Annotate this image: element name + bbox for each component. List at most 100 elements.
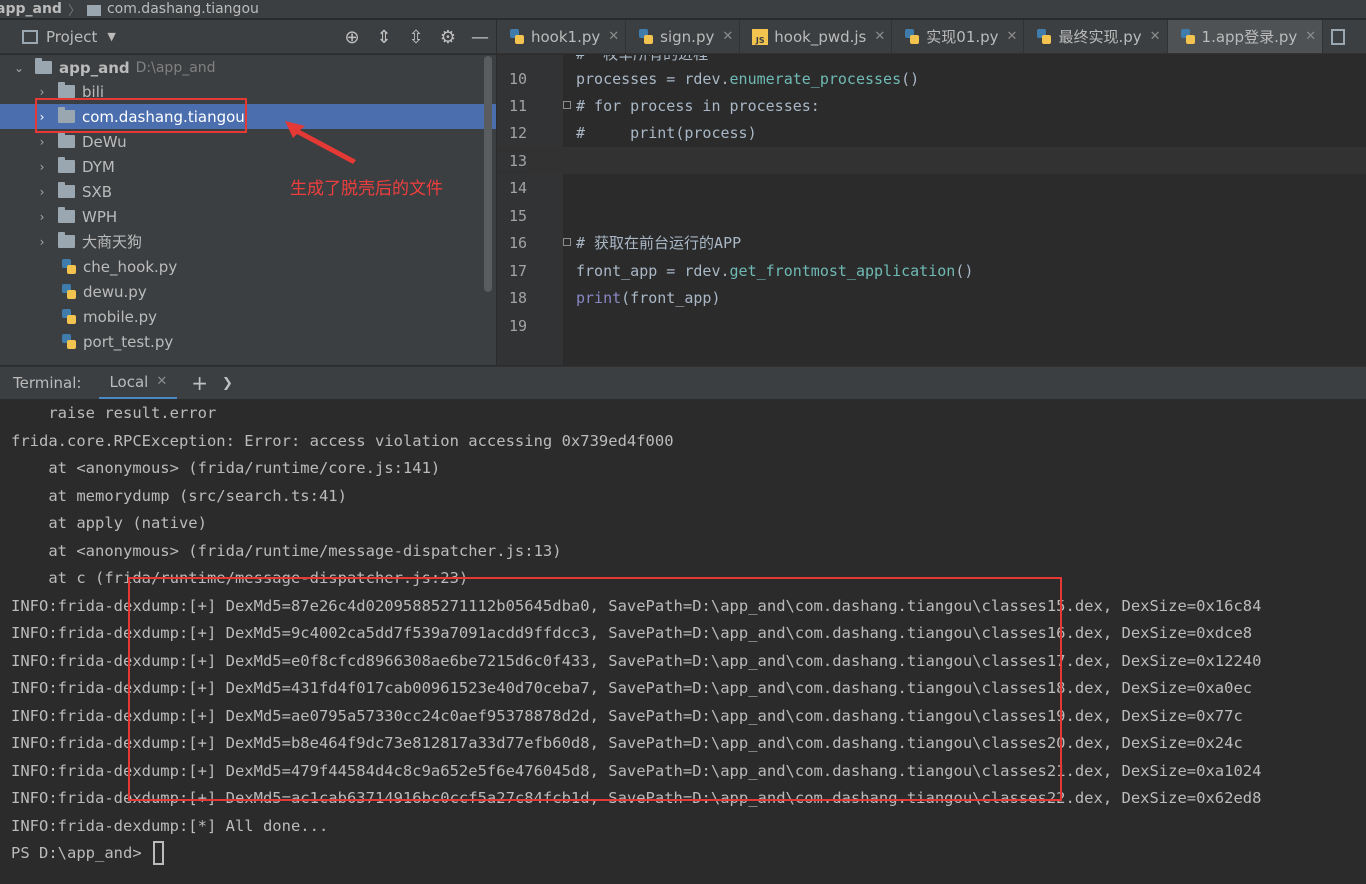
chevron-right-icon[interactable]: › [35, 235, 49, 249]
gear-icon[interactable]: ⚙ [432, 27, 464, 48]
chevron-right-icon[interactable]: › [35, 160, 49, 174]
python-file-icon [61, 258, 77, 275]
tree-item-dewu-py[interactable]: dewu.py [0, 279, 496, 304]
code-line: 16 # 获取在前台运行的APP [497, 229, 1366, 256]
folder-icon [58, 232, 75, 248]
folder-icon [35, 58, 52, 74]
chevron-right-icon[interactable]: › [35, 210, 49, 224]
terminal-line: raise result.error [11, 403, 217, 422]
code-editor[interactable]: # 枚举所有的进程 10 processes = rdev.enumerate_… [497, 55, 1366, 365]
tree-item-dashang-tiangou-cn[interactable]: › 大商天狗 [0, 229, 496, 254]
tree-item-label: com.dashang.tiangou [82, 107, 245, 126]
close-icon[interactable]: ✕ [608, 29, 619, 44]
code-line: 18 print(front_app) [497, 284, 1366, 311]
annotation-arrow-icon [285, 121, 356, 164]
close-icon[interactable]: ✕ [1007, 29, 1018, 44]
terminal-line: INFO:frida-dexdump:[*] All done... [11, 816, 329, 835]
editor-tab-bar: hook1.py ✕ sign.py ✕ JS hook_pwd.js ✕ 实现… [497, 20, 1366, 54]
code-text: processes = rdev.enumerate_processes() [576, 69, 920, 88]
tab-hook-pwd-js[interactable]: JS hook_pwd.js ✕ [740, 20, 893, 53]
tree-item-mobile-py[interactable]: mobile.py [0, 304, 496, 329]
close-icon[interactable]: ✕ [1305, 29, 1316, 44]
collapse-all-icon[interactable]: ⇳ [400, 27, 432, 48]
chevron-right-icon[interactable]: › [35, 85, 49, 99]
folder-icon [86, 4, 101, 16]
tree-item-wph[interactable]: › WPH [0, 204, 496, 229]
tree-item-com-dashang-tiangou[interactable]: › com.dashang.tiangou [0, 104, 496, 129]
terminal-line: at memorydump (src/search.ts:41) [11, 486, 347, 505]
tree-item-label: 大商天狗 [82, 233, 143, 251]
tree-item-label: SXB [82, 182, 113, 201]
tab-app-login-py[interactable]: 1.app登录.py ✕ [1167, 20, 1324, 53]
tab-sign-py[interactable]: sign.py ✕ [626, 20, 741, 53]
chevron-right-icon[interactable]: › [35, 135, 49, 149]
chevron-right-icon[interactable]: › [35, 110, 49, 124]
breadcrumb-root[interactable]: app_and [0, 1, 62, 17]
chevron-right-icon: 〉 [67, 3, 81, 19]
tab-label: 最终实现.py [1058, 28, 1142, 46]
js-file-icon: JS [752, 28, 769, 45]
tree-item-path: D:\app_and [135, 59, 216, 76]
tree-item-bili[interactable]: › bili [0, 79, 496, 104]
locate-file-icon[interactable]: ⊕ [336, 27, 368, 48]
terminal-output[interactable]: raise result.error frida.core.RPCExcepti… [0, 399, 1366, 884]
tab-terminal-local[interactable]: Local ✕ [99, 367, 178, 400]
chevron-down-icon[interactable]: ❯ [222, 376, 233, 391]
fold-marker-icon[interactable] [563, 238, 571, 246]
close-icon[interactable]: ✕ [156, 374, 167, 389]
terminal-line: at c (frida/runtime/message-dispatcher.j… [11, 568, 469, 587]
tree-item-label: bili [82, 82, 105, 101]
folder-icon [58, 207, 75, 223]
close-icon[interactable]: ✕ [722, 29, 733, 44]
code-text: # for process in processes: [576, 96, 820, 115]
tree-item-label: WPH [82, 207, 118, 226]
project-view-selector[interactable]: Project [46, 28, 97, 46]
close-icon[interactable]: ✕ [1150, 29, 1161, 44]
expand-all-icon[interactable]: ⇕ [368, 27, 400, 48]
terminal-line: at <anonymous> (frida/runtime/message-di… [11, 541, 562, 560]
python-file-icon [904, 28, 920, 45]
terminal-line: INFO:frida-dexdump:[+] DexMd5=479f44584d… [11, 761, 1262, 780]
new-terminal-plus-icon[interactable]: + [191, 371, 208, 395]
tree-item-che-hook-py[interactable]: che_hook.py [0, 254, 496, 279]
chevron-down-icon[interactable]: ▼ [107, 30, 115, 43]
code-text: # 枚举所有的进程 [576, 55, 708, 64]
breadcrumb: app_and 〉 com.dashang.tiangou [0, 0, 1366, 18]
code-line: 15 [497, 202, 1366, 229]
code-text: print(front_app) [576, 288, 721, 307]
folder-icon [58, 182, 75, 198]
folder-icon [58, 107, 75, 123]
tree-scrollbar[interactable] [484, 56, 492, 292]
chevron-down-icon[interactable]: ⌄ [12, 61, 26, 75]
tab-hook1-py[interactable]: hook1.py ✕ [497, 20, 627, 53]
terminal-line: INFO:frida-dexdump:[+] DexMd5=b8e464f9dc… [11, 733, 1243, 752]
fold-marker-icon[interactable] [563, 101, 571, 109]
tree-item-app-and[interactable]: ⌄ app_and D:\app_and [0, 55, 496, 80]
line-number: 19 [508, 316, 527, 335]
annotation-text: 生成了脱壳后的文件 [290, 179, 443, 199]
terminal-line: INFO:frida-dexdump:[+] DexMd5=ae0795a573… [11, 706, 1243, 725]
breadcrumb-folder[interactable]: com.dashang.tiangou [107, 1, 259, 17]
code-line: 19 [497, 312, 1366, 339]
line-number: 18 [508, 288, 527, 307]
terminal-header: Terminal: Local ✕ + ❯ [0, 366, 1366, 400]
tab-overflow-icon[interactable] [1331, 28, 1346, 45]
tab-shixian01-py[interactable]: 实现01.py ✕ [892, 20, 1025, 53]
tab-label: hook_pwd.js [774, 27, 867, 46]
tab-zuizhong-shixian-py[interactable]: 最终实现.py ✕ [1024, 20, 1168, 53]
chevron-right-icon[interactable]: › [35, 185, 49, 199]
terminal-cursor[interactable] [152, 840, 164, 865]
tree-item-port-test-py[interactable]: port_test.py [0, 329, 496, 354]
tab-label: sign.py [660, 27, 715, 46]
tree-item-dewu[interactable]: › DeWu [0, 129, 496, 154]
terminal-line: INFO:frida-dexdump:[+] DexMd5=9c4002ca5d… [11, 623, 1253, 642]
tree-item-label: che_hook.py [83, 257, 178, 276]
python-file-icon [1036, 28, 1052, 45]
hide-panel-icon[interactable]: — [464, 27, 496, 48]
line-number: 12 [508, 123, 527, 142]
folder-icon [58, 82, 75, 98]
close-icon[interactable]: ✕ [874, 29, 885, 44]
line-number: 14 [508, 178, 527, 197]
line-number: 16 [508, 233, 527, 252]
terminal-line: at apply (native) [11, 513, 207, 532]
